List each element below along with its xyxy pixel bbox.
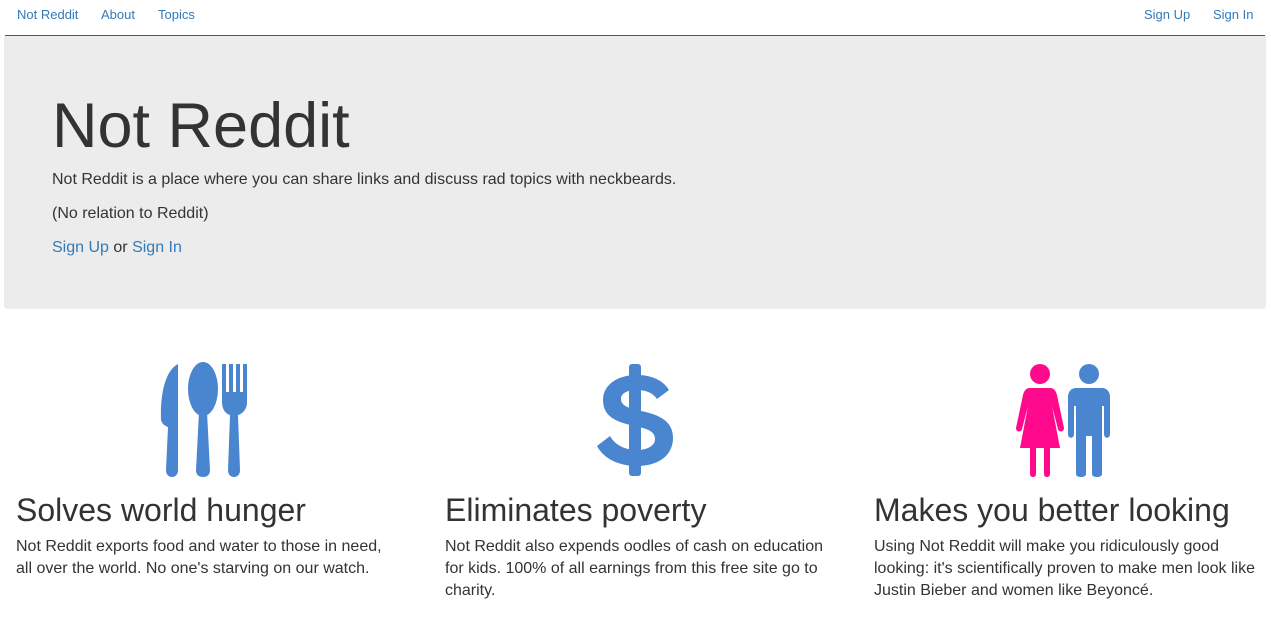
feature-body: Using Not Reddit will make you ridiculou… xyxy=(874,538,1255,599)
nav-topics-link[interactable]: Topics xyxy=(158,7,195,22)
feature-heading: Makes you better looking xyxy=(874,492,1230,528)
hero-auth-links: Sign Up or Sign In xyxy=(52,238,182,258)
dollar-icon xyxy=(597,364,673,476)
nav-signin-link[interactable]: Sign In xyxy=(1213,7,1253,22)
hero-or-text: or xyxy=(113,239,128,256)
hero-disclaimer: (No relation to Reddit) xyxy=(52,205,209,222)
hero-signup-link[interactable]: Sign Up xyxy=(52,239,109,256)
hero-jumbotron: Not Reddit Not Reddit is a place where y… xyxy=(4,36,1266,309)
top-navbar: Not Reddit About Topics Sign Up Sign In xyxy=(5,0,1265,36)
nav-brand-link[interactable]: Not Reddit xyxy=(17,7,78,22)
cutlery-icon xyxy=(160,362,247,477)
hero-signin-link[interactable]: Sign In xyxy=(132,239,182,256)
feature-body: Not Reddit exports food and water to tho… xyxy=(16,538,382,577)
feature-body: Not Reddit also expends oodles of cash o… xyxy=(445,538,824,599)
woman-man-icon xyxy=(1016,364,1110,477)
feature-heading: Eliminates poverty xyxy=(445,492,707,528)
hero-title: Not Reddit xyxy=(52,91,350,161)
feature-heading: Solves world hunger xyxy=(16,492,306,528)
nav-about-link[interactable]: About xyxy=(101,7,135,22)
hero-tagline: Not Reddit is a place where you can shar… xyxy=(52,171,677,188)
nav-signup-link[interactable]: Sign Up xyxy=(1144,7,1190,22)
